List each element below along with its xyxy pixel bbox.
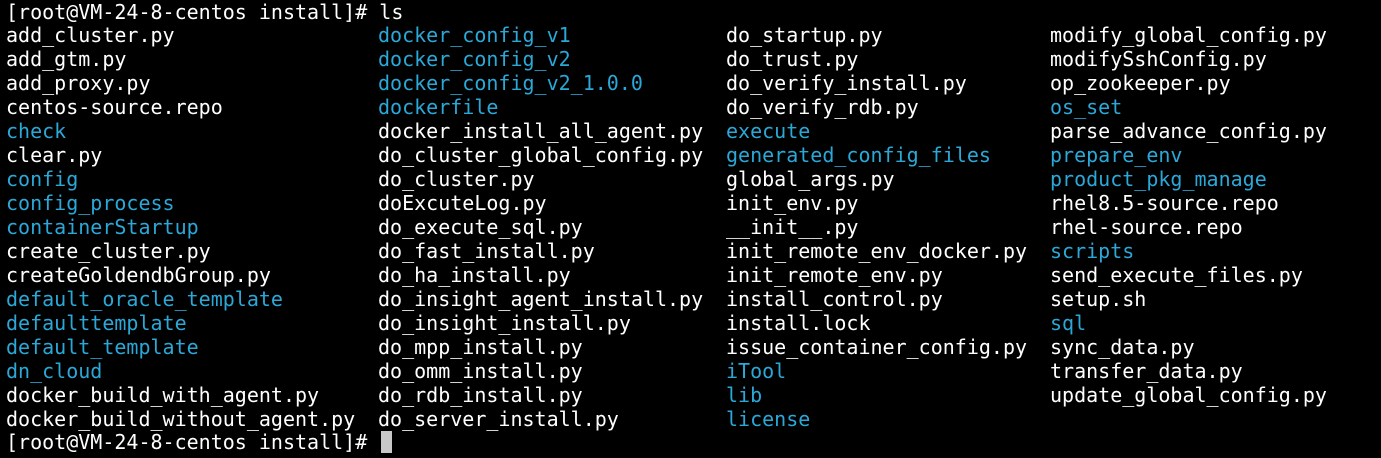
file-entry: add_cluster.py bbox=[6, 23, 175, 47]
directory-entry: docker_config_v1 bbox=[378, 23, 571, 47]
file-entry: clear.py bbox=[6, 143, 103, 167]
file-entry: global_args.py bbox=[726, 167, 895, 191]
file-entry: __init__.py bbox=[726, 215, 859, 239]
file-entry: create_cluster.py bbox=[6, 239, 211, 263]
terminal-window[interactable]: [root@VM-24-8-centos install]# ls add_cl… bbox=[0, 0, 1381, 458]
directory-entry: sql bbox=[1050, 311, 1087, 335]
file-entry: install_control.py bbox=[726, 287, 943, 311]
file-entry: do_omm_install.py bbox=[378, 359, 583, 383]
directory-entry: check bbox=[6, 119, 67, 143]
directory-entry: execute bbox=[726, 119, 811, 143]
file-entry: setup.sh bbox=[1050, 287, 1147, 311]
shell-prompt-current: [root@VM-24-8-centos install]# bbox=[6, 430, 380, 454]
file-entry: do_insight_install.py bbox=[378, 311, 631, 335]
file-entry: rhel8.5-source.repo bbox=[1050, 191, 1279, 215]
file-entry: docker_build_without_agent.py bbox=[6, 407, 356, 431]
file-entry: init_remote_env_docker.py bbox=[726, 239, 1028, 263]
file-entry: add_proxy.py bbox=[6, 71, 151, 95]
file-entry: update_global_config.py bbox=[1050, 383, 1327, 407]
file-entry: modify_global_config.py bbox=[1050, 23, 1327, 47]
directory-entry: default_oracle_template bbox=[6, 287, 283, 311]
file-entry: do_rdb_install.py bbox=[378, 383, 583, 407]
ls-column-1: add_cluster.py add_gtm.py add_proxy.py cent… bbox=[6, 23, 355, 431]
file-entry: parse_advance_config.py bbox=[1050, 119, 1327, 143]
directory-entry: containerStartup bbox=[6, 215, 199, 239]
directory-entry: config bbox=[6, 167, 79, 191]
file-entry: do_trust.py bbox=[726, 47, 859, 71]
file-entry: do_insight_agent_install.py bbox=[378, 287, 704, 311]
file-entry: docker_install_all_agent.py bbox=[378, 119, 704, 143]
file-entry: do_fast_install.py bbox=[378, 239, 595, 263]
directory-entry: license bbox=[726, 407, 811, 431]
directory-entry: scripts bbox=[1050, 239, 1135, 263]
file-entry: init_env.py bbox=[726, 191, 859, 215]
shell-prompt: [root@VM-24-8-centos install]# bbox=[6, 0, 380, 24]
text-cursor bbox=[381, 431, 393, 453]
file-entry: centos-source.repo bbox=[6, 95, 223, 119]
file-entry: docker_build_with_agent.py bbox=[6, 383, 320, 407]
file-entry: send_execute_files.py bbox=[1050, 263, 1303, 287]
file-entry: do_verify_install.py bbox=[726, 71, 967, 95]
directory-entry: dn_cloud bbox=[6, 359, 103, 383]
directory-entry: product_pkg_manage bbox=[1050, 167, 1267, 191]
file-entry: do_ha_install.py bbox=[378, 263, 571, 287]
ls-output: add_cluster.py add_gtm.py add_proxy.py cent… bbox=[6, 23, 1376, 431]
file-entry: issue_container_config.py bbox=[726, 335, 1028, 359]
command-line: [root@VM-24-8-centos install]# ls bbox=[6, 0, 403, 24]
file-entry: do_execute_sql.py bbox=[378, 215, 583, 239]
directory-entry: docker_config_v2 bbox=[378, 47, 571, 71]
directory-entry: prepare_env bbox=[1050, 143, 1183, 167]
file-entry: do_startup.py bbox=[726, 23, 883, 47]
directory-entry: docker_config_v2_1.0.0 bbox=[378, 71, 643, 95]
file-entry: createGoldendbGroup.py bbox=[6, 263, 271, 287]
file-entry: modifySshConfig.py bbox=[1050, 47, 1267, 71]
file-entry: install.lock bbox=[726, 311, 871, 335]
directory-entry: lib bbox=[726, 383, 763, 407]
file-entry: do_cluster.py bbox=[378, 167, 535, 191]
file-entry: do_server_install.py bbox=[378, 407, 619, 431]
directory-entry: default_template bbox=[6, 335, 199, 359]
command-text: ls bbox=[379, 0, 404, 24]
ls-column-2: docker_config_v1 docker_config_v2 docker_c… bbox=[378, 23, 703, 431]
file-entry: do_mpp_install.py bbox=[378, 335, 583, 359]
file-entry: do_cluster_global_config.py bbox=[378, 143, 704, 167]
directory-entry: os_set bbox=[1050, 95, 1123, 119]
directory-entry: iTool bbox=[726, 359, 787, 383]
file-entry: sync_data.py bbox=[1050, 335, 1195, 359]
active-command-line[interactable]: [root@VM-24-8-centos install]# bbox=[6, 430, 393, 454]
ls-column-4: modify_global_config.py modifySshConfig.p… bbox=[1050, 23, 1327, 407]
file-entry: transfer_data.py bbox=[1050, 359, 1243, 383]
file-entry: add_gtm.py bbox=[6, 47, 127, 71]
directory-entry: generated_config_files bbox=[726, 143, 991, 167]
file-entry: doExcuteLog.py bbox=[378, 191, 547, 215]
ls-column-3: do_startup.py do_trust.py do_verify_instal… bbox=[726, 23, 1027, 431]
directory-entry: defaulttemplate bbox=[6, 311, 187, 335]
file-entry: init_remote_env.py bbox=[726, 263, 943, 287]
directory-entry: config_process bbox=[6, 191, 175, 215]
file-entry: do_verify_rdb.py bbox=[726, 95, 919, 119]
directory-entry: dockerfile bbox=[378, 95, 499, 119]
file-entry: rhel-source.repo bbox=[1050, 215, 1243, 239]
file-entry: op_zookeeper.py bbox=[1050, 71, 1231, 95]
